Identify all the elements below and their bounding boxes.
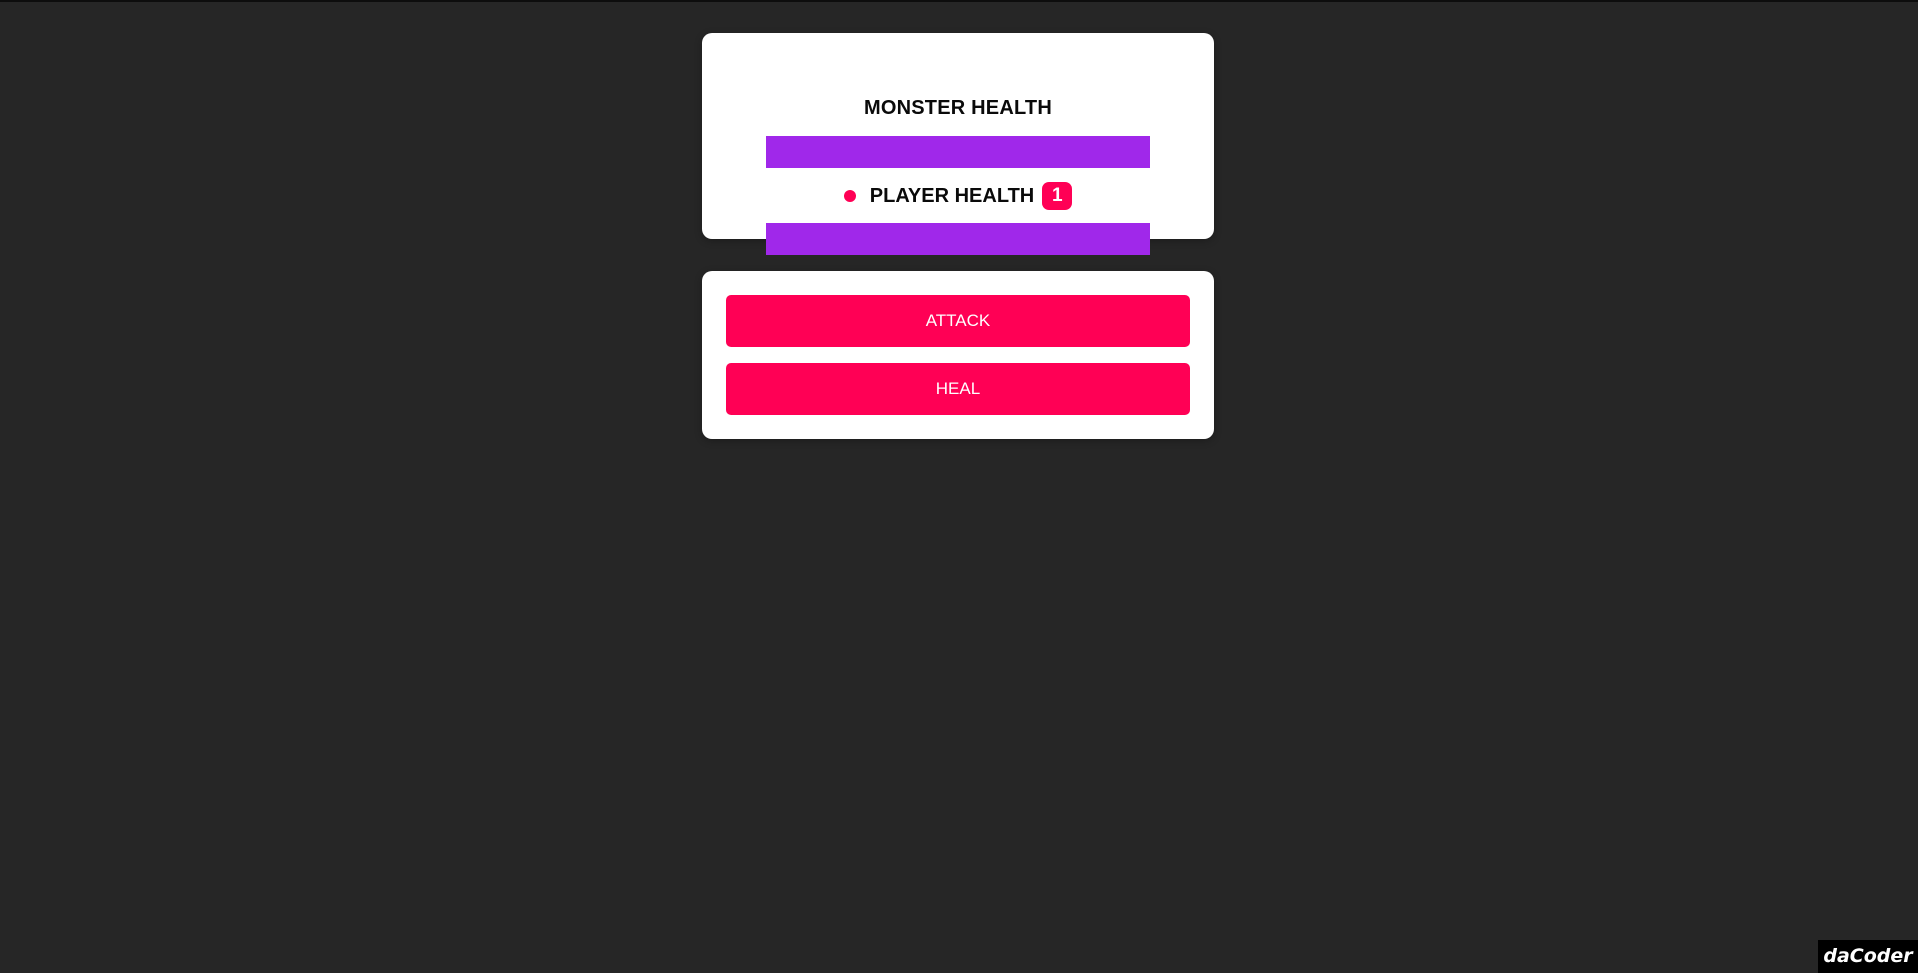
player-health-bar [766, 223, 1150, 255]
attack-button[interactable]: ATTACK [726, 295, 1190, 347]
monster-health-fill [766, 136, 1150, 168]
controls-panel: ATTACK HEAL [702, 271, 1214, 439]
player-health-title: PLAYER HEALTH [869, 184, 1035, 207]
top-border [0, 0, 1918, 2]
player-health-fill [766, 223, 1150, 255]
round-counter-badge: 1 [1042, 182, 1073, 210]
heal-button[interactable]: HEAL [726, 363, 1190, 415]
player-health-header: PLAYER HEALTH 1 [702, 180, 1214, 212]
monster-health-bar [766, 136, 1150, 168]
turn-indicator-dot [843, 190, 856, 202]
health-panel: MONSTER HEALTH PLAYER HEALTH 1 [702, 33, 1214, 255]
monster-health-title: MONSTER HEALTH [864, 97, 1052, 119]
brand-logo: daCoder [1818, 940, 1918, 973]
